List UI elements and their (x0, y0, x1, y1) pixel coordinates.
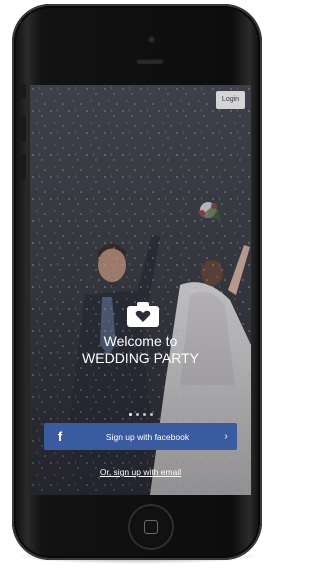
front-camera (148, 36, 155, 43)
camera-heart-icon (127, 302, 159, 327)
pager-dot[interactable] (149, 413, 153, 416)
home-button[interactable] (128, 504, 174, 550)
pager-dot[interactable] (142, 413, 146, 416)
home-square-icon (144, 520, 158, 534)
mute-switch (20, 84, 26, 98)
pager-dot[interactable] (135, 413, 139, 416)
welcome-heading: Welcome to WEDDING PARTY (30, 333, 251, 367)
chevron-right-icon: › (224, 431, 228, 442)
pager-dot[interactable] (128, 413, 132, 416)
email-signup-link[interactable]: Or, sign up with email (30, 467, 251, 477)
volume-up-button (20, 116, 26, 142)
earpiece-speaker (136, 58, 164, 64)
pager-dots (30, 403, 251, 421)
facebook-signup-label: Sign up with facebook (105, 431, 190, 442)
volume-down-button (20, 154, 26, 180)
welcome-line-1: Welcome to (103, 333, 178, 349)
facebook-icon: f (57, 429, 63, 444)
facebook-signup-button[interactable]: f Sign up with facebook › (44, 423, 237, 450)
app-screen: Login Welcome to WEDDING PARTY f Sign up… (30, 85, 251, 495)
app-name: WEDDING PARTY (82, 350, 199, 366)
login-button[interactable]: Login (216, 91, 245, 109)
